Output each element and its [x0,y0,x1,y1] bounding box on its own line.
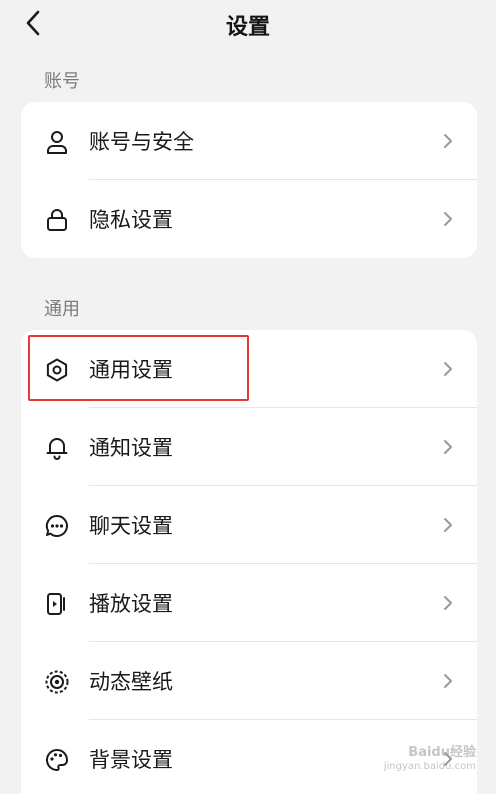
gear-icon [43,356,71,384]
settings-item-label: 通用设置 [89,358,173,382]
settings-item-notification[interactable]: 通知设置 [21,408,477,486]
chevron-right-icon [441,210,455,228]
general-card: 通用设置 通知设置 聊天设置 播放设置 动态壁纸 背景设置 [21,330,477,794]
settings-item-playback[interactable]: 播放设置 [21,564,477,642]
settings-item-label: 背景设置 [89,748,173,772]
user-icon [43,128,71,156]
lock-icon [43,206,71,234]
settings-item-label: 通知设置 [89,436,173,460]
settings-item-privacy[interactable]: 隐私设置 [21,180,477,258]
palette-icon [43,746,71,774]
chevron-right-icon [441,516,455,534]
settings-item-general[interactable]: 通用设置 [21,330,477,408]
settings-item-account-security[interactable]: 账号与安全 [21,102,477,180]
chevron-right-icon [441,360,455,378]
watermark: Baidu经验 jingyan.baidu.com [384,746,476,774]
settings-item-label: 播放设置 [89,592,173,616]
watermark-url: jingyan.baidu.com [383,761,476,772]
chevron-right-icon [441,594,455,612]
account-card: 账号与安全 隐私设置 [21,102,477,258]
settings-item-label: 隐私设置 [89,208,173,232]
settings-item-chat[interactable]: 聊天设置 [21,486,477,564]
live-wallpaper-icon [43,668,71,696]
play-device-icon [43,590,71,618]
chevron-right-icon [441,672,455,690]
page-title: 设置 [225,15,270,40]
section-label-general: 通用 [44,299,80,320]
chevron-right-icon [441,438,455,456]
chevron-right-icon [441,132,455,150]
section-label-account: 账号 [44,71,80,92]
bell-icon [43,434,71,462]
settings-item-live-wallpaper[interactable]: 动态壁纸 [21,642,477,720]
watermark-brand: Baidu经验 [408,745,476,760]
settings-item-label: 动态壁纸 [89,670,173,694]
settings-item-label: 聊天设置 [89,514,173,538]
settings-item-label: 账号与安全 [89,130,194,154]
header: 设置 [0,0,496,48]
chat-icon [43,512,71,540]
